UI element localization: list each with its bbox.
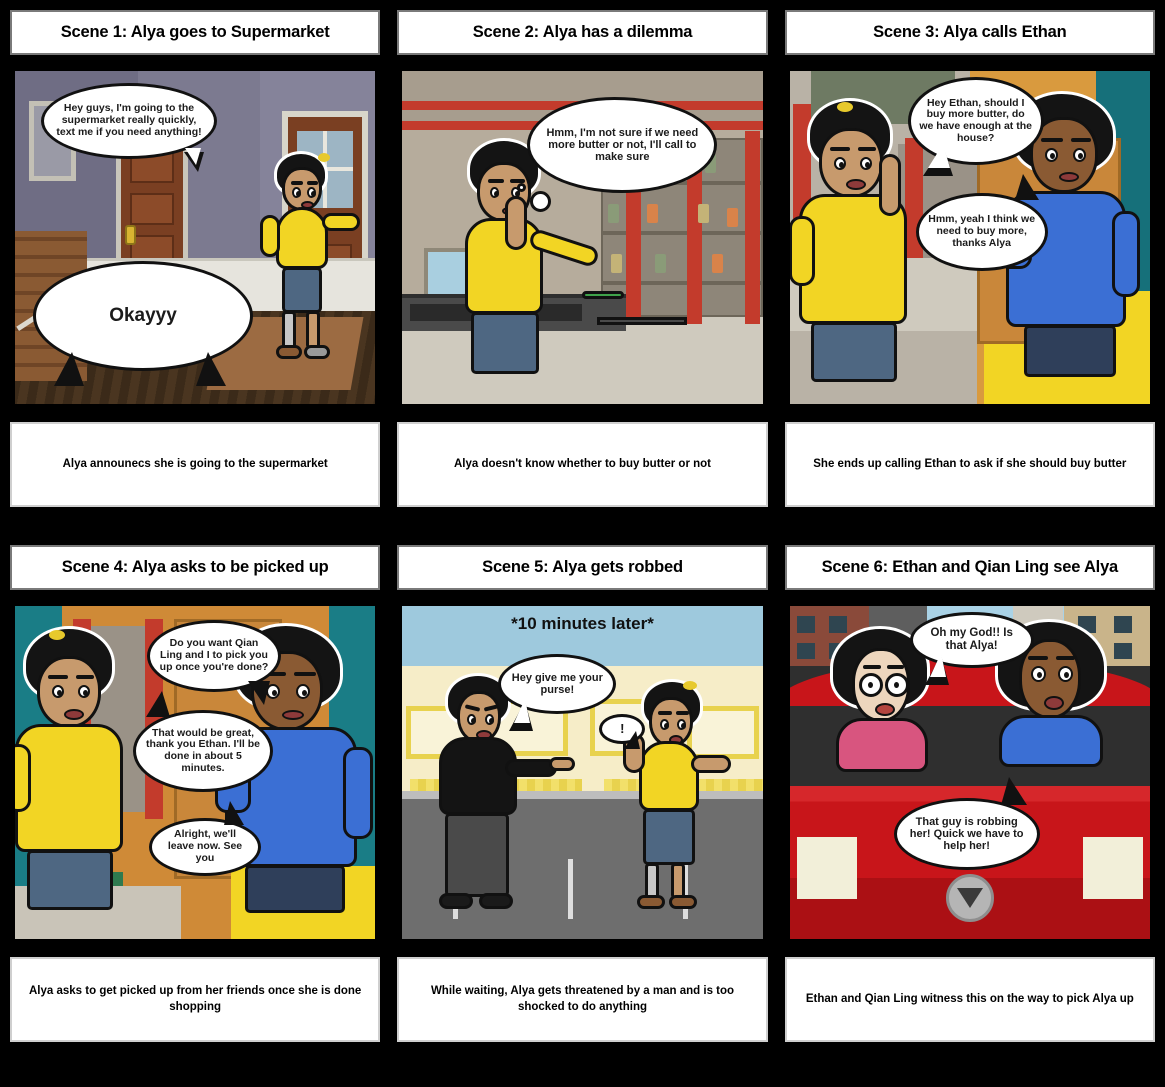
bubble-text: That guy is robbing her! Quick we have t… — [909, 815, 1024, 853]
time-card: *10 minutes later* — [511, 614, 654, 634]
character-alya — [260, 150, 361, 391]
bubble-qianling-sees: Oh my God!! Is that Alya! — [909, 612, 1034, 685]
scene-cell-6: Scene 6: Ethan and Qian Ling see Alya Oh… — [784, 545, 1155, 1042]
scene-caption-5: While waiting, Alya gets threatened by a… — [397, 957, 768, 1042]
bubble-alya-accepts: That would be great, thank you Ethan. I'… — [133, 691, 273, 792]
scene-title-4: Scene 4: Alya asks to be picked up — [10, 545, 381, 590]
scene-caption-6: Ethan and Qian Ling witness this on the … — [784, 957, 1155, 1042]
scene-panel-6[interactable]: Oh my God!! Is that Alya! That guy is ro… — [784, 601, 1155, 944]
scene-caption-4: Alya asks to get picked up from her frie… — [10, 957, 381, 1042]
shopping-cart — [596, 317, 687, 326]
bubble-text: Okayyy — [109, 305, 177, 327]
bubble-text: Hmm, I'm not sure if we need more butter… — [546, 126, 699, 164]
scene-art-street-robbery — [402, 606, 763, 939]
scene-title-2: Scene 2: Alya has a dilemma — [397, 10, 768, 55]
bubble-text: That would be great, thank you Ethan. I'… — [146, 726, 260, 774]
bubble-robber-demand: Hey give me your purse! — [498, 654, 617, 731]
bubble-alya-announce: Hey guys, I'm going to the supermarket r… — [41, 83, 217, 172]
car-emblem — [945, 874, 994, 923]
scene-panel-4[interactable]: Do you want Qian Ling and I to pick you … — [10, 601, 381, 944]
scene-panel-3[interactable]: Hey Ethan, should I buy more butter, do … — [784, 66, 1155, 409]
scene-cell-3: Scene 3: Alya calls Ethan Hey Ethan, sho… — [784, 10, 1155, 507]
storyboard-row-2: Scene 4: Alya asks to be picked up Do yo… — [10, 545, 1155, 1042]
character-alya — [623, 679, 737, 939]
scene-panel-5[interactable]: *10 minutes later* Hey give me your purs… — [397, 601, 768, 944]
bubble-ethan-robbing: That guy is robbing her! Quick we have t… — [893, 777, 1040, 870]
scene-cell-4: Scene 4: Alya asks to be picked up Do yo… — [10, 545, 381, 1042]
scene-panel-1[interactable]: Hey guys, I'm going to the supermarket r… — [10, 66, 381, 409]
scene-title-5: Scene 5: Alya gets robbed — [397, 545, 768, 590]
headlight-right — [1082, 837, 1143, 900]
cart-handle — [582, 290, 625, 299]
scene-title-3: Scene 3: Alya calls Ethan — [784, 10, 1155, 55]
bubble-text: Oh my God!! Is that Alya! — [930, 627, 1013, 652]
storyboard: Scene 1: Alya goes to Supermarket Hey gu… — [0, 0, 1165, 1087]
bubble-text: Hey give me your purse! — [511, 671, 603, 696]
bubble-text: Alright, we'll leave now. See you — [167, 828, 243, 864]
scene-title-1: Scene 1: Alya goes to Supermarket — [10, 10, 381, 55]
bubble-text: Hmm, yeah I think we need to buy more, t… — [928, 213, 1036, 249]
scene-title-6: Scene 6: Ethan and Qian Ling see Alya — [784, 545, 1155, 590]
scene-caption-1: Alya announecs she is going to the super… — [10, 422, 381, 507]
bubble-text: Do you want Qian Ling and I to pick you … — [159, 637, 269, 673]
bubble-ethan-leaving: Alright, we'll leave now. See you — [149, 801, 261, 876]
character-alya — [789, 97, 927, 404]
scene-panel-2[interactable]: Hmm, I'm not sure if we need more butter… — [397, 66, 768, 409]
bubble-alya-thought: Hmm, I'm not sure if we need more butter… — [527, 97, 718, 193]
bubble-ethan-replies: Hmm, yeah I think we need to buy more, t… — [915, 174, 1048, 271]
headlight-left — [796, 837, 857, 900]
bubble-okayyy: Okayyy — [33, 261, 253, 386]
scene-cell-1: Scene 1: Alya goes to Supermarket Hey gu… — [10, 10, 381, 507]
scene-caption-3: She ends up calling Ethan to ask if she … — [784, 422, 1155, 507]
storyboard-row-1: Scene 1: Alya goes to Supermarket Hey gu… — [10, 10, 1155, 507]
character-alya — [15, 625, 145, 939]
scene-caption-2: Alya doesn't know whether to buy butter … — [397, 422, 768, 507]
bubble-alya-shock: ! — [599, 714, 646, 749]
bubble-text: Hey Ethan, should I buy more butter, do … — [919, 96, 1032, 144]
bubble-text: Hey guys, I'm going to the supermarket r… — [56, 102, 202, 138]
bubble-alya-asks-butter: Hey Ethan, should I buy more butter, do … — [907, 77, 1044, 176]
bubble-ethan-offer-pickup: Do you want Qian Ling and I to pick you … — [147, 620, 281, 705]
scene-cell-5: Scene 5: Alya gets robbed *10 minutes la… — [397, 545, 768, 1042]
scene-cell-2: Scene 2: Alya has a dilemma Hmm, I'm not… — [397, 10, 768, 507]
